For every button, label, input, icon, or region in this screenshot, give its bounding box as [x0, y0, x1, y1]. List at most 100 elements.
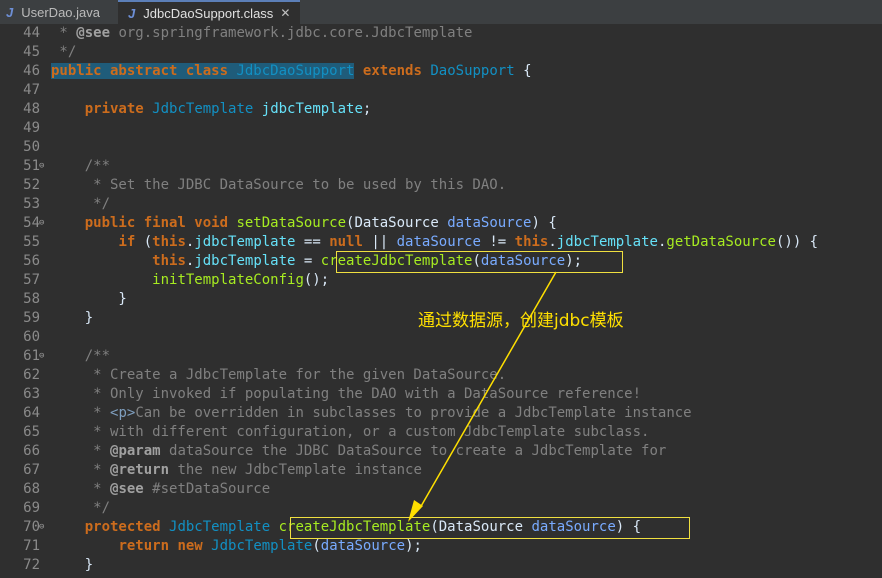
code-token: }	[51, 310, 94, 326]
code-token: * Only invoked if populating the DAO wit…	[51, 386, 642, 402]
code-token: DaoSupport	[430, 63, 515, 79]
code-text: * Set the JDBC DataSource to be used by …	[51, 176, 506, 195]
code-line[interactable]: 52 * Set the JDBC DataSource to be used …	[0, 176, 882, 195]
code-text: * <p>Can be overridden in subclasses to …	[51, 404, 691, 423]
code-line[interactable]: 50	[0, 138, 882, 157]
code-token: jdbcTemplate	[194, 253, 296, 269]
code-token: (	[312, 538, 321, 554]
code-text: public abstract class JdbcDaoSupport ext…	[51, 62, 532, 81]
code-token: */	[51, 500, 111, 516]
code-line[interactable]: 61 ⊖ /**	[0, 347, 882, 366]
code-line[interactable]: 53 */	[0, 195, 882, 214]
code-text: if (this.jdbcTemplate == null || dataSou…	[51, 233, 818, 252]
code-line[interactable]: 63 * Only invoked if populating the DAO …	[0, 385, 882, 404]
fold-toggle-icon[interactable]: ⊖	[39, 214, 44, 233]
code-token: ()) {	[775, 234, 819, 250]
close-icon[interactable]: ✕	[280, 6, 290, 20]
line-number: 59	[23, 310, 40, 326]
code-token: @param	[110, 443, 161, 459]
code-text: }	[51, 290, 127, 309]
code-line[interactable]: 57 initTemplateConfig();	[0, 271, 882, 290]
code-text: */	[51, 43, 76, 62]
line-number: 58	[23, 291, 40, 307]
code-token: public abstract class	[51, 63, 229, 79]
code-line[interactable]: 67 * @return the new JdbcTemplate instan…	[0, 461, 882, 480]
code-line[interactable]: 68 * @see #setDataSource	[0, 480, 882, 499]
code-line[interactable]: 49	[0, 119, 882, 138]
highlight-box-definition	[290, 517, 690, 539]
code-line[interactable]: 45 */	[0, 43, 882, 62]
code-token: @see	[110, 481, 144, 497]
fold-toggle-icon[interactable]: ⊖	[39, 518, 44, 537]
code-token: {	[514, 63, 532, 79]
code-token: !=	[480, 234, 515, 250]
tab-jdbcdaosupport[interactable]: J JdbcDaoSupport.class ✕	[118, 0, 301, 24]
code-token: * Create a JdbcTemplate for the given Da…	[51, 367, 507, 383]
line-number: 72	[23, 557, 40, 573]
fold-toggle-icon[interactable]: ⊖	[39, 347, 44, 366]
code-token: extends	[362, 63, 422, 79]
code-token: =	[295, 253, 321, 269]
code-token: JdbcTemplate	[152, 101, 254, 117]
code-token: *	[51, 462, 111, 478]
code-token: ==	[295, 234, 330, 250]
code-token: *	[51, 443, 111, 459]
line-number: 69	[23, 500, 40, 516]
code-text: */	[51, 499, 110, 518]
code-token: }	[51, 291, 127, 307]
code-token: * with different configuration, or a cus…	[51, 424, 650, 440]
code-line[interactable]: 69 */	[0, 499, 882, 518]
code-text: * with different configuration, or a cus…	[51, 423, 649, 442]
code-text: * @param dataSource the JDBC DataSource …	[51, 442, 666, 461]
code-line[interactable]: 65 * with different configuration, or a …	[0, 423, 882, 442]
code-text: * @see org.springframework.jdbc.core.Jdb…	[51, 24, 472, 43]
code-line[interactable]: 62 * Create a JdbcTemplate for the given…	[0, 366, 882, 385]
code-token: this	[514, 234, 549, 250]
code-line[interactable]: 71 return new JdbcTemplate(dataSource);	[0, 537, 882, 556]
code-token: the new JdbcTemplate instance	[169, 462, 422, 478]
line-number: 51	[23, 158, 40, 174]
code-line[interactable]: 64 * <p>Can be overridden in subclasses …	[0, 404, 882, 423]
code-token: getDataSource	[666, 234, 776, 250]
line-number: 60	[23, 329, 40, 345]
code-line[interactable]: 46 public abstract class JdbcDaoSupport e…	[0, 62, 882, 81]
tab-label: UserDao.java	[21, 4, 100, 20]
code-line[interactable]: 44 * @see org.springframework.jdbc.core.…	[0, 24, 882, 43]
fold-toggle-icon[interactable]: ⊖	[39, 157, 44, 176]
code-line[interactable]: 51 ⊖ /**	[0, 157, 882, 176]
code-token: *	[51, 25, 77, 41]
tab-label: JdbcDaoSupport.class	[143, 5, 274, 21]
code-token: dataSource	[320, 538, 406, 554]
code-token: JdbcTemplate	[169, 519, 271, 535]
code-token: if	[118, 234, 136, 250]
line-number: 46	[23, 63, 40, 79]
line-number: 70	[23, 519, 40, 535]
code-token: this	[152, 253, 186, 269]
code-token: public final void	[84, 215, 229, 231]
code-line[interactable]: 47	[0, 81, 882, 100]
code-editor[interactable]: 44 * @see org.springframework.jdbc.core.…	[0, 24, 882, 578]
code-token: *	[51, 481, 111, 497]
code-token: jdbcTemplate	[556, 234, 658, 250]
code-line[interactable]: 54 ⊖ public final void setDataSource(Data…	[0, 214, 882, 233]
code-line[interactable]: 48 private JdbcTemplate jdbcTemplate;	[0, 100, 882, 119]
code-text: */	[51, 195, 110, 214]
code-line[interactable]: 72 }	[0, 556, 882, 575]
line-number: 55	[23, 234, 40, 250]
code-token: (	[135, 234, 153, 250]
line-number: 66	[23, 443, 40, 459]
code-line[interactable]: 55 if (this.jdbcTemplate == null || data…	[0, 233, 882, 252]
editor-tab-bar: J UserDao.java J JdbcDaoSupport.class ✕	[0, 0, 882, 25]
code-line[interactable]: 66 * @param dataSource the JDBC DataSour…	[0, 442, 882, 461]
code-text: * @see #setDataSource	[51, 480, 270, 499]
code-token: dataSource the JDBC DataSource to create…	[160, 443, 667, 459]
tab-userdao[interactable]: J UserDao.java	[6, 0, 100, 24]
highlight-box-call	[336, 251, 623, 273]
code-token: ) {	[531, 215, 557, 231]
code-text: initTemplateConfig();	[51, 271, 329, 290]
code-text: * Only invoked if populating the DAO wit…	[51, 385, 641, 404]
